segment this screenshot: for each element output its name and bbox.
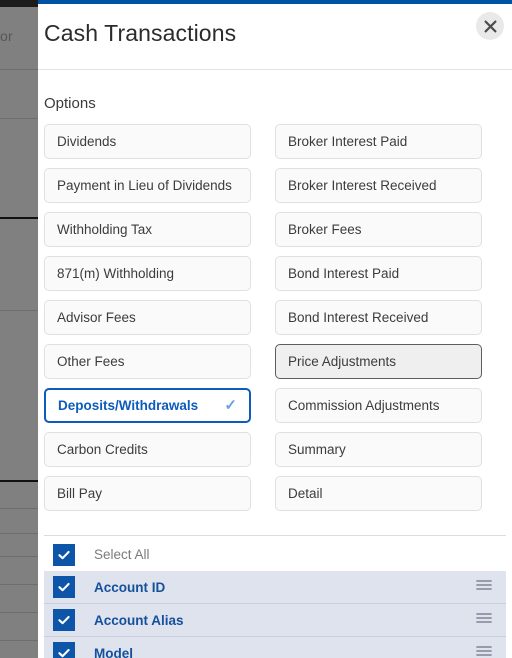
- option-label: Bond Interest Received: [288, 310, 429, 325]
- table-row[interactable]: Model: [44, 637, 506, 658]
- option-price-adjustments[interactable]: Price Adjustments: [275, 344, 482, 379]
- options-grid: Dividends Broker Interest Paid Payment i…: [44, 124, 506, 511]
- options-section-label: Options: [44, 95, 96, 112]
- option-carbon-credits[interactable]: Carbon Credits: [44, 432, 251, 467]
- drag-handle-icon[interactable]: [476, 611, 492, 629]
- option-summary[interactable]: Summary: [275, 432, 482, 467]
- option-bill-pay[interactable]: Bill Pay: [44, 476, 251, 511]
- page-title: Cash Transactions: [44, 20, 237, 46]
- dialog-header: Cash Transactions: [38, 4, 512, 70]
- background-divider: [0, 640, 40, 641]
- option-withholding-tax[interactable]: Withholding Tax: [44, 212, 251, 247]
- option-bond-interest-received[interactable]: Bond Interest Received: [275, 300, 482, 335]
- option-label: Dividends: [57, 134, 117, 149]
- row-label: Account Alias: [94, 612, 184, 628]
- table-row[interactable]: Account Alias: [44, 604, 506, 637]
- close-icon: [484, 20, 497, 33]
- option-deposits-withdrawals[interactable]: Deposits/Withdrawals ✓: [44, 388, 251, 423]
- option-dividends[interactable]: Dividends: [44, 124, 251, 159]
- background-divider: [0, 533, 40, 534]
- option-label: Broker Fees: [288, 222, 362, 237]
- table-row[interactable]: Account ID: [44, 571, 506, 604]
- option-broker-interest-received[interactable]: Broker Interest Received: [275, 168, 482, 203]
- option-other-fees[interactable]: Other Fees: [44, 344, 251, 379]
- option-label: Advisor Fees: [57, 310, 136, 325]
- row-checkbox-account-id[interactable]: [53, 576, 75, 598]
- background-divider: [0, 556, 40, 557]
- option-detail[interactable]: Detail: [275, 476, 482, 511]
- column-list: Select All Account ID Account Alias Mode…: [44, 535, 506, 658]
- option-label: Bill Pay: [57, 486, 103, 501]
- option-broker-interest-paid[interactable]: Broker Interest Paid: [275, 124, 482, 159]
- option-label: Detail: [288, 486, 323, 501]
- option-label: Payment in Lieu of Dividends: [57, 178, 232, 193]
- row-checkbox-account-alias[interactable]: [53, 609, 75, 631]
- background-topbar: [0, 0, 40, 7]
- row-label: Account ID: [94, 579, 166, 595]
- option-label: Summary: [288, 442, 346, 457]
- option-advisor-fees[interactable]: Advisor Fees: [44, 300, 251, 335]
- option-label: Other Fees: [57, 354, 125, 369]
- background-divider: [0, 217, 40, 219]
- background-divider: [0, 118, 40, 119]
- background-divider: [0, 69, 40, 70]
- option-bond-interest-paid[interactable]: Bond Interest Paid: [275, 256, 482, 291]
- drag-handle-icon[interactable]: [476, 578, 492, 596]
- option-label: Broker Interest Received: [288, 178, 437, 193]
- option-label: Bond Interest Paid: [288, 266, 400, 281]
- list-item-select-all[interactable]: Select All: [44, 538, 506, 571]
- option-871m-withholding[interactable]: 871(m) Withholding: [44, 256, 251, 291]
- option-broker-fees[interactable]: Broker Fees: [275, 212, 482, 247]
- background-page: or: [0, 0, 40, 658]
- background-divider: [0, 612, 40, 613]
- row-label: Model: [94, 645, 133, 658]
- option-label: Price Adjustments: [288, 354, 397, 369]
- cash-transactions-dialog: Cash Transactions Options Dividends Brok…: [38, 0, 512, 658]
- option-commission-adjustments[interactable]: Commission Adjustments: [275, 388, 482, 423]
- option-label: Carbon Credits: [57, 442, 148, 457]
- option-label: Deposits/Withdrawals: [58, 398, 199, 413]
- option-label: Withholding Tax: [57, 222, 153, 237]
- select-all-label: Select All: [94, 547, 150, 562]
- close-button[interactable]: [476, 12, 504, 40]
- option-label: Broker Interest Paid: [288, 134, 408, 149]
- select-all-checkbox[interactable]: [53, 543, 75, 566]
- background-divider: [0, 480, 40, 482]
- option-payment-in-lieu-of-dividends[interactable]: Payment in Lieu of Dividends: [44, 168, 251, 203]
- background-divider: [0, 508, 40, 509]
- background-divider: [0, 584, 40, 585]
- background-divider: [0, 310, 40, 311]
- background-ghost-text: or: [0, 28, 13, 44]
- row-checkbox-model[interactable]: [53, 642, 75, 658]
- dialog-body: Options Dividends Broker Interest Paid P…: [38, 95, 512, 658]
- option-label: Commission Adjustments: [288, 398, 440, 413]
- drag-handle-icon[interactable]: [476, 644, 492, 658]
- checkmark-icon: ✓: [224, 397, 237, 414]
- option-label: 871(m) Withholding: [57, 266, 175, 281]
